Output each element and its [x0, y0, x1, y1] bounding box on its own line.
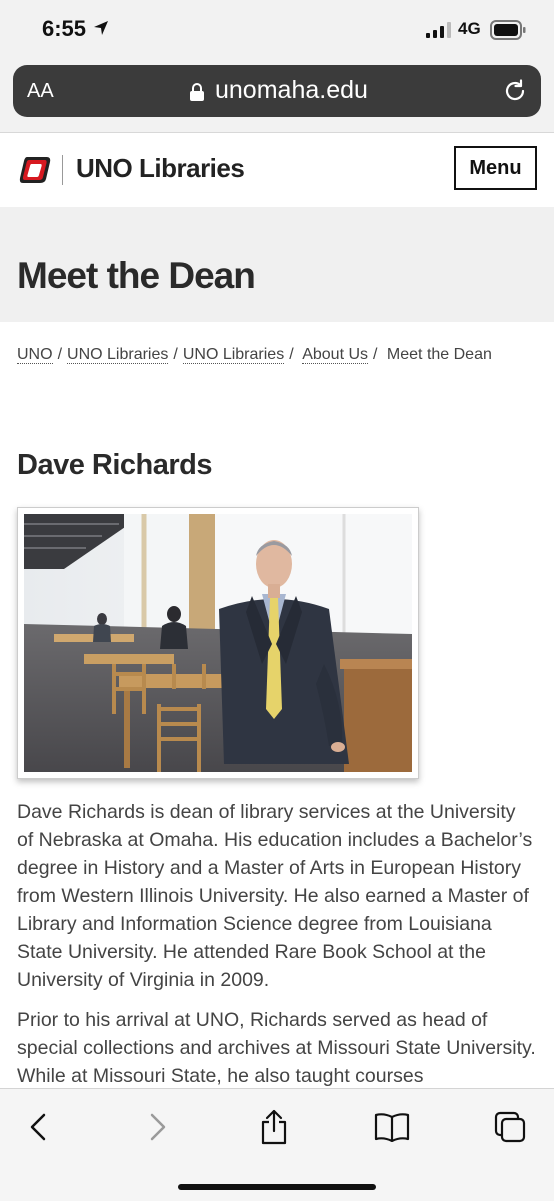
share-icon [261, 1109, 287, 1145]
breadcrumb-link-uno-libraries[interactable]: UNO Libraries [67, 346, 169, 364]
home-indicator [178, 1184, 376, 1190]
location-arrow-icon [94, 21, 108, 35]
site-title[interactable]: UNO Libraries [76, 153, 245, 184]
breadcrumb-separator: / [373, 346, 378, 363]
dean-photo [17, 507, 419, 779]
signal-icon [426, 22, 451, 38]
tabs-button[interactable] [490, 1107, 530, 1147]
page-title: Meet the Dean [17, 255, 256, 296]
breadcrumb-separator: / [173, 346, 178, 363]
dean-portrait-image [24, 514, 412, 772]
status-bar: 6:55 4G [0, 0, 554, 60]
book-icon [374, 1113, 410, 1142]
address-bar[interactable]: AA unomaha.edu [13, 65, 541, 117]
url-text[interactable]: unomaha.edu [215, 76, 368, 105]
status-time: 6:55 [42, 16, 87, 41]
battery-icon [490, 20, 526, 40]
breadcrumb-current: Meet the Dean [386, 346, 492, 363]
uno-logo-icon[interactable] [18, 153, 52, 187]
breadcrumb-separator: / [289, 346, 294, 363]
network-label: 4G [458, 19, 481, 38]
breadcrumb-link-about-us[interactable]: About Us [302, 346, 369, 364]
text-size-button[interactable]: AA [27, 80, 54, 103]
breadcrumb-separator: / [57, 346, 63, 363]
chevron-right-icon [150, 1113, 166, 1141]
bio-paragraph: Prior to his arrival at UNO, Richards se… [17, 1009, 536, 1087]
lock-icon [190, 83, 204, 101]
share-button[interactable] [254, 1107, 294, 1147]
logo-divider [62, 155, 63, 185]
site-header: UNO Libraries Menu [0, 133, 554, 207]
forward-button[interactable] [138, 1107, 178, 1147]
bio-paragraph: Dave Richards is dean of library service… [17, 801, 533, 991]
page-hero: Meet the Dean [0, 207, 554, 322]
browser-address-area: AA unomaha.edu [0, 60, 554, 133]
menu-button[interactable]: Menu [454, 146, 537, 190]
chevron-left-icon [30, 1113, 46, 1141]
back-button[interactable] [18, 1107, 58, 1147]
breadcrumb-link-uno[interactable]: UNO [17, 346, 53, 364]
tabs-icon [494, 1111, 526, 1143]
reload-icon[interactable] [503, 79, 527, 103]
dean-bio: Dave Richards is dean of library service… [17, 798, 537, 1102]
person-name: Dave Richards [17, 449, 213, 481]
bookmarks-button[interactable] [372, 1107, 412, 1147]
browser-toolbar [0, 1088, 554, 1201]
breadcrumb-link-uno-libraries-2[interactable]: UNO Libraries [182, 346, 285, 364]
breadcrumb: UNO / UNO Libraries / UNO Libraries / About U… [17, 346, 492, 364]
